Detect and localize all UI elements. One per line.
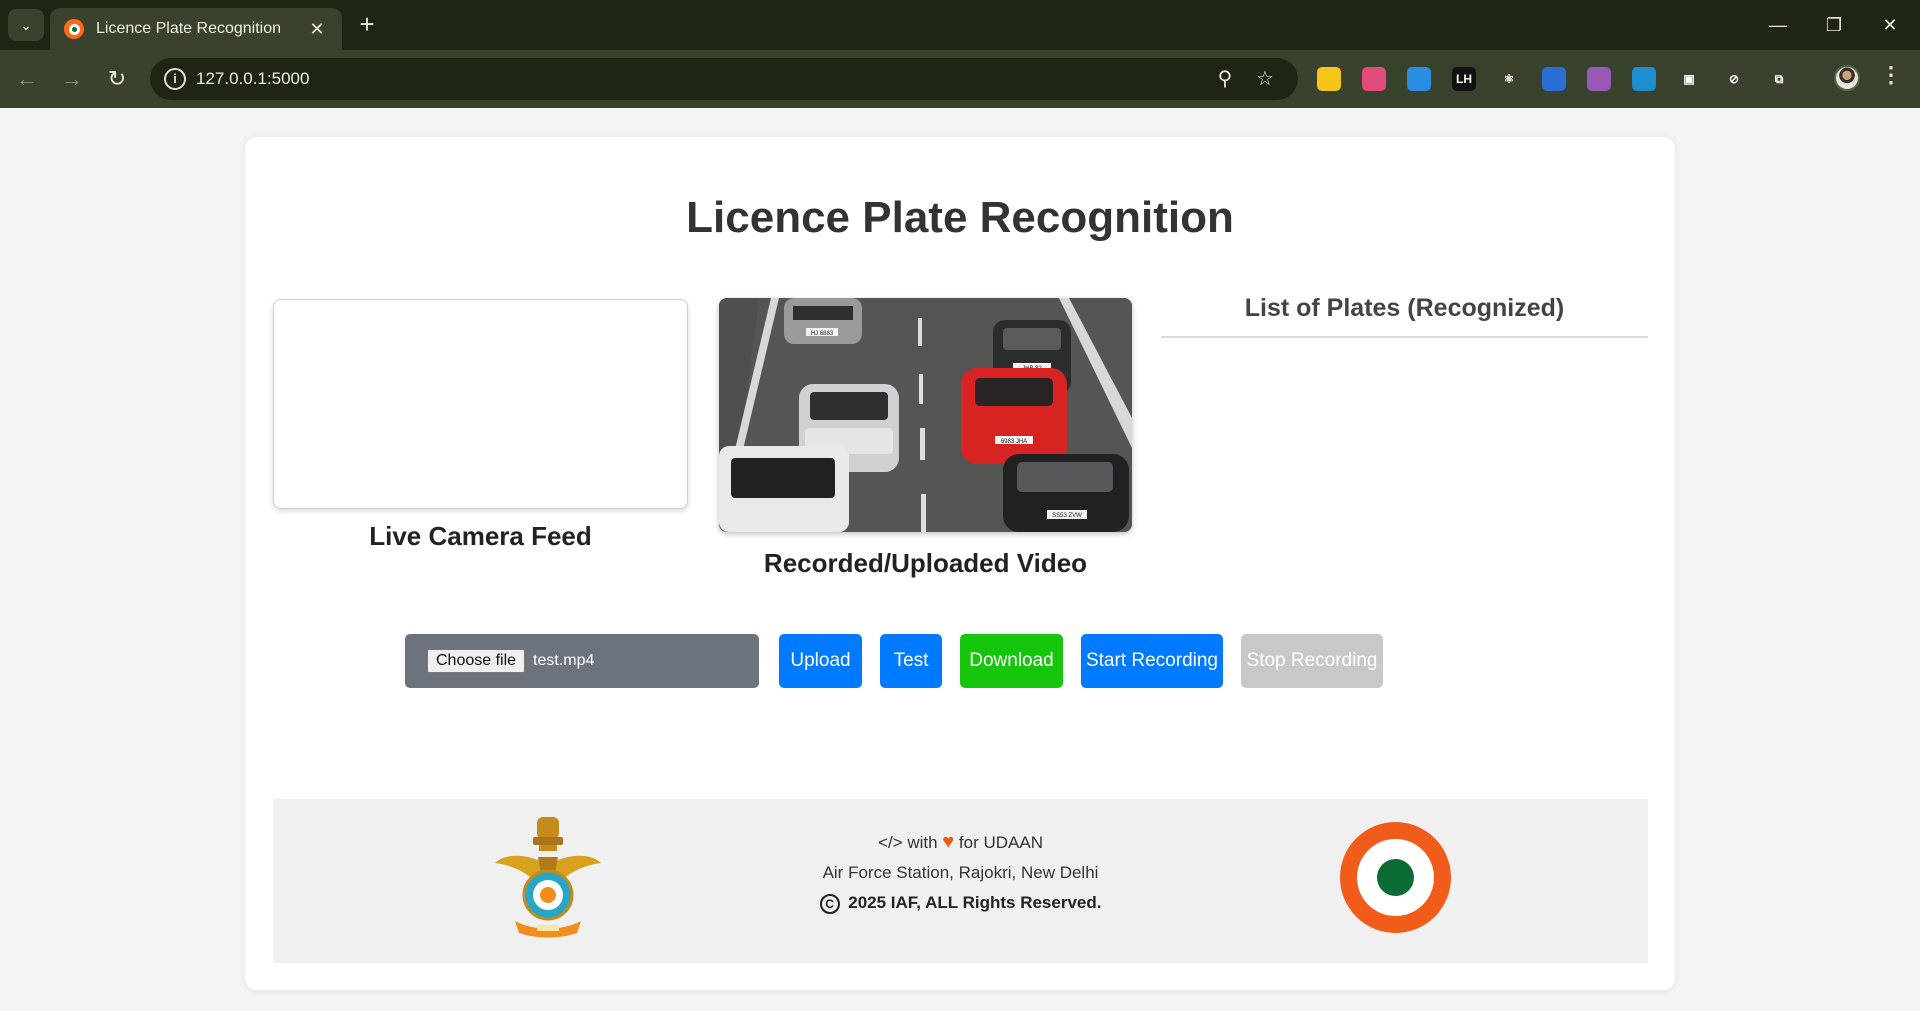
forward-arrow-icon[interactable]: → [55,62,89,96]
compass-icon[interactable]: ⊘ [1722,67,1746,91]
address-bar[interactable]: i 127.0.0.1:5000 ⚲ ☆ [150,58,1298,100]
roundel-favicon-icon [64,19,84,39]
screen-capture-icon[interactable] [1632,67,1656,91]
tab-close-icon[interactable]: ✕ [306,19,328,40]
download-button[interactable]: Download [960,634,1063,688]
puzzle-extensions-icon[interactable]: ⧉ [1767,67,1791,91]
tab-title: Licence Plate Recognition [96,20,282,37]
reload-icon[interactable]: ↻ [100,62,134,96]
color-brain-icon[interactable] [1362,67,1386,91]
start-recording-button[interactable]: Start Recording [1081,634,1223,688]
blue-ring-icon[interactable] [1542,67,1566,91]
plate-text: HJ 6883 [811,331,834,337]
made-with-prefix: </> with [878,833,938,852]
yellow-note-icon[interactable] [1317,67,1341,91]
zoom-magnifier-icon[interactable]: ⚲ [1212,66,1238,92]
uploaded-video-player[interactable]: HJ 6883 JHB 82 6983 JHA [719,298,1132,532]
profile-avatar[interactable] [1834,65,1860,91]
tab-search-chevron-icon[interactable]: ⌄ [8,9,44,41]
window-icon[interactable]: ▣ [1677,67,1701,91]
stop-recording-button: Stop Recording [1241,634,1383,688]
footer-copyright: 2025 IAF, ALL Rights Reserved. [848,893,1102,912]
browser-tab-bar: ⌄ Licence Plate Recognition ✕ + — ❐ ✕ [0,0,1920,50]
diamond-icon[interactable] [1407,67,1431,91]
main-card: Licence Plate Recognition Live Camera Fe… [245,137,1675,990]
copyright-icon: C [819,893,840,914]
heart-icon: ♥ [942,831,955,853]
colorful-flower-icon[interactable] [1587,67,1611,91]
site-info-icon[interactable]: i [164,68,186,90]
back-arrow-icon[interactable]: ← [10,62,44,96]
iaf-roundel-logo [1340,822,1451,933]
choose-file-button[interactable]: Choose file [427,649,526,673]
browser-menu-icon[interactable]: ⋮ [1880,62,1902,88]
page-viewport: Licence Plate Recognition Live Camera Fe… [0,108,1920,1011]
uploaded-video-label: Recorded/Uploaded Video [763,548,1088,578]
selected-file-name: test.mp4 [533,652,595,669]
live-camera-label: Live Camera Feed [369,521,592,551]
bookmark-star-icon[interactable]: ☆ [1252,66,1278,92]
plate-text: SS53 ZVW [1052,513,1082,519]
browser-tab[interactable]: Licence Plate Recognition ✕ [50,8,342,50]
new-tab-plus-icon[interactable]: + [352,10,382,40]
live-camera-feed [273,299,688,509]
traffic-video-frame: HJ 6883 JHB 82 6983 JHA [719,298,1132,532]
browser-toolbar: ← → ↻ i 127.0.0.1:5000 ⚲ ☆ LH ⚛ ▣ ⊘ ⧉ ⋮ [0,50,1920,108]
test-button[interactable]: Test [880,634,942,688]
url-text[interactable]: 127.0.0.1:5000 [196,69,309,89]
lighthouse-icon[interactable]: LH [1452,67,1476,91]
page-title: Licence Plate Recognition [686,193,1234,242]
upload-button[interactable]: Upload [779,634,862,688]
react-atom-icon[interactable]: ⚛ [1497,67,1521,91]
close-window-icon[interactable]: ✕ [1862,0,1918,50]
made-with-suffix: for UDAAN [958,833,1043,852]
footer: </> with ♥ for UDAAN Air Force Station, … [273,799,1648,963]
minimize-icon[interactable]: — [1750,0,1806,50]
plates-list-title: List of Plates (Recognized) [1244,294,1565,322]
plate-text: 6983 JHA [1001,439,1027,445]
video-file-input[interactable]: Choose file test.mp4 [405,634,759,688]
plates-divider [1161,336,1648,338]
restore-icon[interactable]: ❐ [1806,0,1862,50]
